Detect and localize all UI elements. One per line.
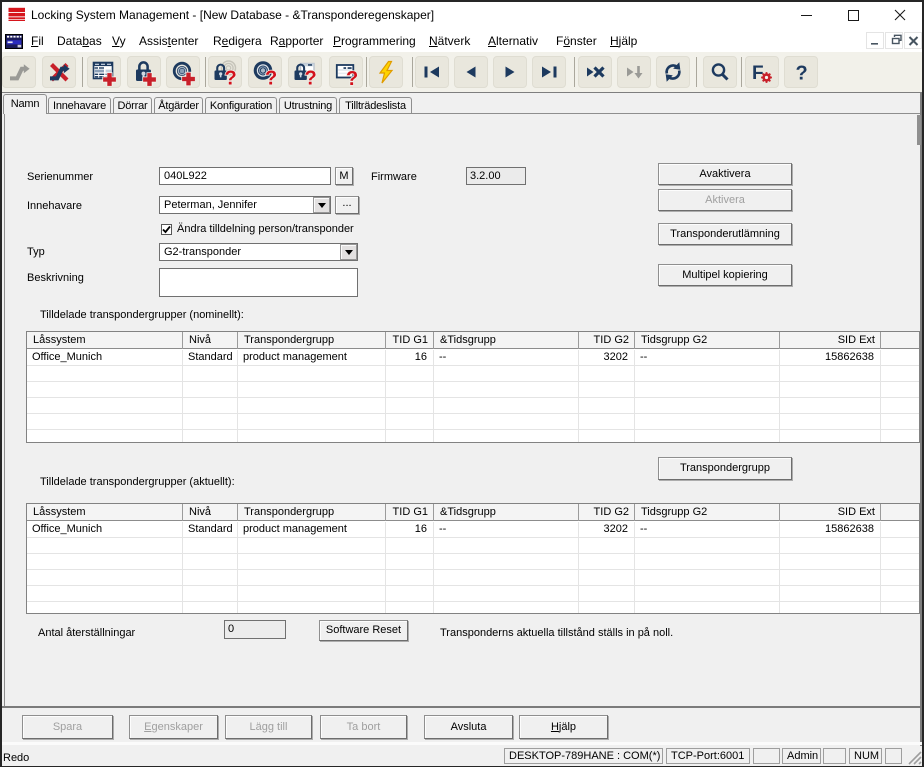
svg-text:?: ? <box>225 68 237 87</box>
svg-text:?: ? <box>346 68 358 86</box>
svg-text:?: ? <box>305 68 317 87</box>
svg-text:F: F <box>752 63 764 84</box>
svg-text:?: ? <box>265 68 277 87</box>
svg-text:?: ? <box>796 63 808 85</box>
